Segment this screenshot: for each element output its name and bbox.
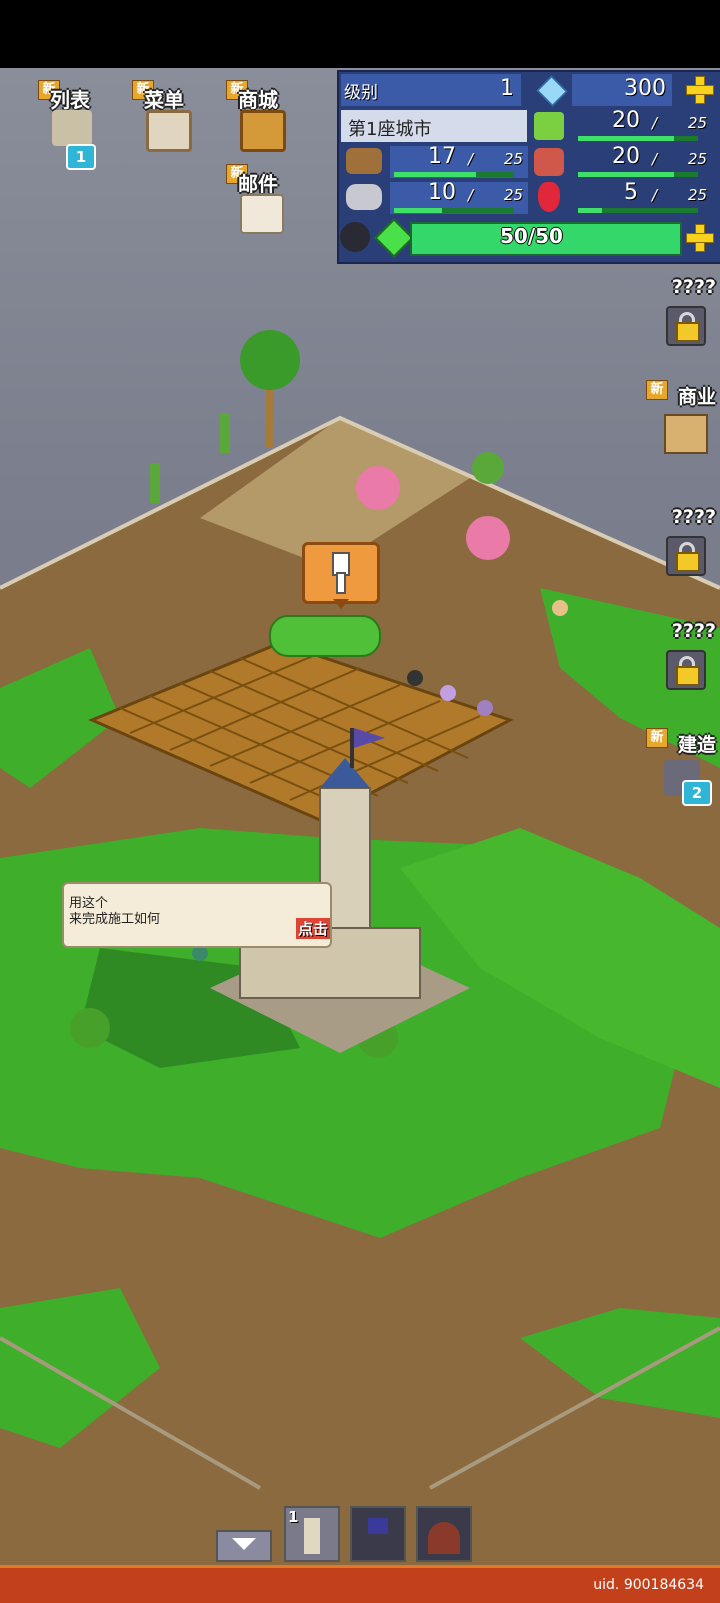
meat-icon: [534, 148, 564, 176]
meat-max: 25: [688, 150, 708, 168]
locked-label: ????: [671, 620, 716, 642]
locked-menu-2[interactable]: ????: [650, 506, 720, 586]
add-gems-button[interactable]: [682, 72, 716, 106]
house-icon: [664, 414, 708, 454]
user-id: uid. 900184634: [593, 1577, 704, 1593]
energy-text: 50/50: [500, 224, 563, 248]
list-button[interactable]: 新 列表 1: [38, 68, 108, 170]
food-bar: [578, 136, 698, 141]
build-button[interactable]: 新 建造 2: [646, 728, 720, 810]
stone-bar: [394, 208, 514, 213]
pointing-hand-icon: [332, 552, 350, 594]
scroll-icon: [52, 110, 92, 146]
signboard-icon: [146, 110, 192, 152]
slot-count: 1: [288, 1508, 299, 1526]
wheat-icon: [534, 112, 564, 140]
chevron-down-icon: [232, 1538, 256, 1562]
city-name: 第1座城市: [348, 119, 432, 140]
wood-max: 25: [504, 150, 524, 168]
game-map[interactable]: [0, 68, 720, 1565]
tap-hint-bubble[interactable]: [302, 542, 380, 609]
food-value: 20: [612, 108, 640, 133]
ruby-bar: [578, 208, 698, 213]
ruby-slash: /: [652, 186, 658, 204]
locked-menu-1[interactable]: ????: [650, 276, 720, 356]
mail-label: 邮件: [238, 172, 278, 196]
menu-label: 菜单: [144, 88, 184, 112]
cave-icon: [428, 1522, 460, 1554]
gems-value: 300: [624, 76, 666, 101]
map-terrain: [0, 330, 720, 1565]
tap-button[interactable]: 点击: [296, 918, 331, 939]
lock-icon: [666, 650, 706, 690]
lock-icon: [666, 306, 706, 346]
new-tag: 新: [646, 380, 668, 400]
wood-log-icon: [346, 148, 382, 174]
toolbar-slot-cave[interactable]: [416, 1506, 472, 1562]
wood-bar-fill: [394, 172, 476, 177]
flag-icon: [368, 1518, 388, 1534]
food-max: 25: [688, 114, 708, 132]
shop-label: 商城: [238, 88, 278, 112]
stone-max: 25: [504, 186, 524, 204]
treasure-chest-icon: [240, 110, 286, 152]
food-bar-fill: [578, 136, 674, 141]
ruby-value: 5: [624, 180, 638, 205]
menu-button[interactable]: 新 菜单: [132, 68, 202, 152]
stone-bar-fill: [394, 208, 442, 213]
tutorial-line-1: 用这个: [69, 896, 109, 911]
shop-button[interactable]: 新 商城: [226, 68, 296, 152]
ruby-max: 25: [688, 186, 708, 204]
locked-label: ????: [671, 506, 716, 528]
stone-slash: /: [468, 186, 474, 204]
level-value: 1: [500, 76, 514, 101]
toolbar-slot-flag[interactable]: [350, 1506, 406, 1562]
locked-menu-3[interactable]: ????: [650, 620, 720, 700]
list-label: 列表: [50, 88, 90, 112]
food-slash: /: [652, 114, 658, 132]
tower-icon: [304, 1518, 320, 1554]
envelope-icon: [240, 194, 284, 234]
meat-slash: /: [652, 150, 658, 168]
add-energy-button[interactable]: [682, 220, 716, 254]
collapse-toolbar-button[interactable]: [216, 1530, 272, 1562]
toolbar-slot-tower[interactable]: 1: [284, 1506, 340, 1562]
tutorial-bubble[interactable]: 用这个 来完成施工如何: [62, 882, 332, 948]
meat-value: 20: [612, 144, 640, 169]
wood-slash: /: [468, 150, 474, 168]
list-badge: 1: [66, 144, 96, 170]
locked-label: ????: [671, 276, 716, 298]
wood-value: 17: [428, 144, 456, 169]
stone-icon: [346, 184, 382, 210]
empty-slot-icon: [340, 222, 370, 252]
mail-button[interactable]: 新 邮件: [226, 152, 296, 234]
new-tag: 新: [646, 728, 668, 748]
tutorial-line-2: 来完成施工如何: [69, 912, 161, 927]
ruby-bar-fill: [578, 208, 602, 213]
lock-icon: [666, 536, 706, 576]
wood-bar: [394, 172, 514, 177]
build-label: 建造: [677, 734, 716, 756]
build-badge: 2: [682, 780, 712, 806]
level-label: 级别: [344, 83, 378, 103]
meat-bar: [578, 172, 698, 177]
stone-value: 10: [428, 180, 456, 205]
meat-bar-fill: [578, 172, 674, 177]
commerce-button[interactable]: 新 商业: [646, 380, 720, 462]
commerce-label: 商业: [677, 386, 716, 408]
ruby-icon: [538, 182, 560, 212]
